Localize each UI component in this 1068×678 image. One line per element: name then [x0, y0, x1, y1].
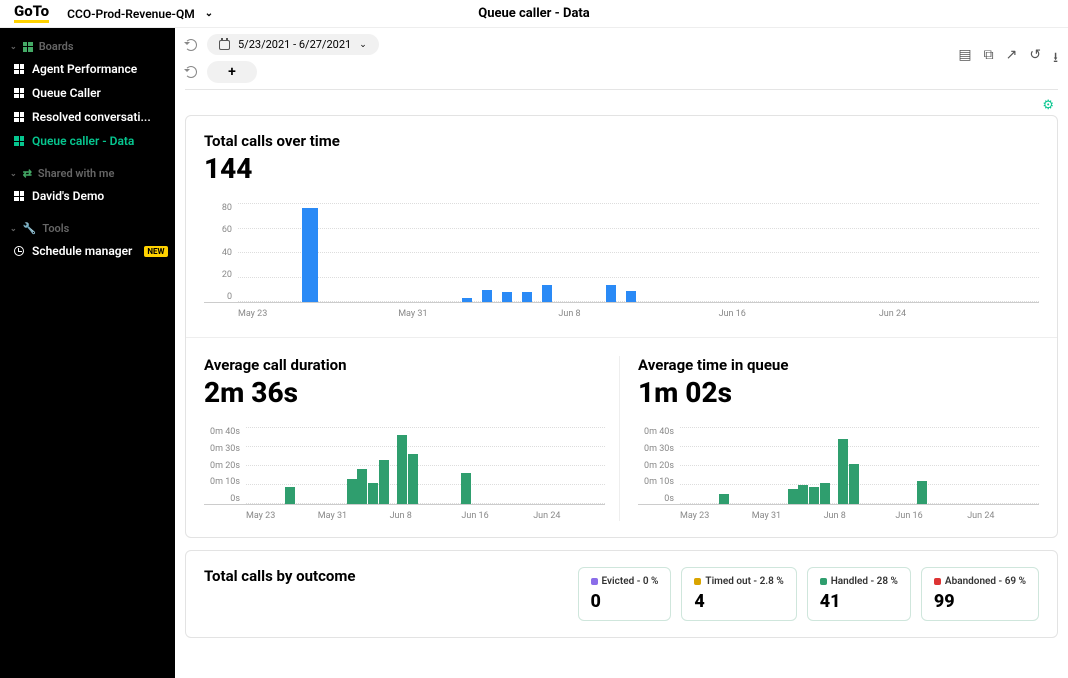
- wrench-icon: 🔧: [23, 222, 37, 235]
- chart-avg-duration: 0m 40s0m 30s0m 20s0m 10s0s May 23May 31J…: [204, 427, 605, 521]
- chevron-down-icon: ⌄: [359, 40, 367, 50]
- chevron-down-icon: ⌄: [205, 8, 213, 19]
- chart-bar: [820, 483, 830, 504]
- page-title: Queue caller - Data: [478, 6, 590, 21]
- logo: GoTo: [14, 4, 49, 23]
- date-range-picker[interactable]: 5/23/2021 - 6/27/2021 ⌄: [207, 34, 379, 55]
- panel-title: Average call duration: [204, 356, 605, 374]
- board-icon: [14, 136, 24, 146]
- chart-bar: [626, 291, 636, 302]
- chart-bar: [461, 473, 471, 504]
- panel-value: 2m 36s: [204, 376, 605, 409]
- sidebar-item-queue-caller-data[interactable]: Queue caller - Data: [0, 129, 175, 153]
- chart-bar: [368, 483, 378, 504]
- add-filter-button[interactable]: +: [207, 61, 257, 83]
- share-icon: ⇄: [23, 167, 32, 180]
- sidebar-item-queue-caller[interactable]: Queue Caller: [0, 81, 175, 105]
- chart-bar: [285, 487, 295, 504]
- sidebar-item-resolved-conversations[interactable]: Resolved conversati...: [0, 105, 175, 129]
- caret-down-icon: ⌄: [10, 169, 17, 178]
- chart-bar: [502, 292, 512, 302]
- chart-bar: [917, 481, 927, 504]
- outcome-card: Handled - 28 % 41: [807, 567, 911, 621]
- caret-down-icon: ⌄: [10, 224, 17, 233]
- outcome-label: Abandoned - 69 %: [934, 576, 1026, 587]
- chart-bar: [302, 208, 318, 302]
- board-icon: [14, 88, 24, 98]
- chart-bar: [379, 460, 389, 504]
- chart-total-calls: 806040200 May 23May 31Jun 8Jun 16Jun 24: [204, 203, 1039, 319]
- x-axis-ticks: May 23May 31Jun 8Jun 16Jun 24: [204, 511, 605, 521]
- board-icon: [14, 112, 24, 122]
- panel-total-calls: Total calls over time 144 806040200 May …: [185, 115, 1058, 538]
- outcome-card: Evicted - 0 % 0: [578, 567, 672, 621]
- sidebar-section-boards[interactable]: ⌄ Boards: [0, 36, 175, 57]
- board-icon: [14, 64, 24, 74]
- history-icon[interactable]: ↺: [1029, 47, 1041, 71]
- sidebar-item-davids-demo[interactable]: David's Demo: [0, 184, 175, 208]
- outcome-value: 4: [694, 591, 783, 612]
- panel-settings-icon[interactable]: ⚙: [1042, 98, 1054, 113]
- sidebar-section-tools[interactable]: ⌄ 🔧 Tools: [0, 218, 175, 239]
- outcome-value: 99: [934, 591, 1026, 612]
- outcome-value: 0: [591, 591, 659, 612]
- caret-down-icon: ⌄: [10, 42, 17, 51]
- board-icon: [14, 191, 24, 201]
- outcome-label: Timed out - 2.8 %: [694, 576, 783, 587]
- x-axis-ticks: May 23May 31Jun 8Jun 16Jun 24: [638, 511, 1039, 521]
- sidebar-item-schedule-manager[interactable]: Schedule manager NEW: [0, 239, 175, 263]
- chart-bar: [347, 479, 357, 504]
- x-axis-ticks: May 23May 31Jun 8Jun 16Jun 24: [204, 309, 1039, 319]
- panel-outcomes: Total calls by outcome Evicted - 0 % 0 Tim…: [185, 550, 1058, 638]
- chart-bar: [838, 439, 848, 504]
- date-range-text: 5/23/2021 - 6/27/2021: [238, 38, 351, 51]
- panel-title: Total calls over time: [204, 132, 1039, 150]
- toolbar: 5/23/2021 - 6/27/2021 ⌄ + ▤ ⧉ ↗ ↺ ⭳: [175, 28, 1068, 89]
- top-bar: GoTo CCO-Prod-Revenue-QM ⌄ Queue caller …: [0, 0, 1068, 28]
- chart-bar: [788, 489, 798, 504]
- export-icon[interactable]: ▤: [958, 47, 971, 71]
- workspace-selector[interactable]: CCO-Prod-Revenue-QM ⌄: [67, 7, 213, 21]
- panel-title: Total calls by outcome: [204, 567, 355, 585]
- chart-avg-queue: 0m 40s0m 30s0m 20s0m 10s0s May 23May 31J…: [638, 427, 1039, 521]
- sidebar-section-shared[interactable]: ⌄ ⇄ Shared with me: [0, 163, 175, 184]
- chart-bar: [809, 487, 819, 504]
- copy-icon[interactable]: ⧉: [984, 47, 994, 71]
- chart-bar: [482, 290, 492, 302]
- sidebar-item-agent-performance[interactable]: Agent Performance: [0, 57, 175, 81]
- new-badge: NEW: [144, 246, 167, 257]
- chart-bar: [798, 485, 808, 504]
- refresh-icon[interactable]: [185, 39, 197, 51]
- y-axis-ticks: 0m 40s0m 30s0m 20s0m 10s0s: [638, 427, 678, 504]
- share-icon[interactable]: ↗: [1006, 47, 1018, 71]
- boards-icon: [23, 42, 33, 52]
- refresh-icon[interactable]: [185, 66, 197, 78]
- sidebar: ⌄ Boards Agent Performance Queue Caller …: [0, 28, 175, 678]
- chart-bar: [522, 292, 532, 302]
- calendar-icon: [219, 40, 230, 50]
- chart-bar: [542, 285, 552, 302]
- outcome-label: Handled - 28 %: [820, 576, 898, 587]
- clock-icon: [14, 246, 24, 256]
- toolbar-actions: ▤ ⧉ ↗ ↺ ⭳: [958, 47, 1058, 71]
- chart-bar: [397, 435, 407, 504]
- chart-bar: [462, 298, 472, 302]
- main-content: 5/23/2021 - 6/27/2021 ⌄ + ▤ ⧉ ↗ ↺ ⭳: [175, 28, 1068, 678]
- outcome-card: Timed out - 2.8 % 4: [681, 567, 796, 621]
- panel-value: 1m 02s: [638, 376, 1039, 409]
- chart-bar: [719, 494, 729, 504]
- outcome-card: Abandoned - 69 % 99: [921, 567, 1039, 621]
- panel-title: Average time in queue: [638, 356, 1039, 374]
- chart-bar: [849, 464, 859, 504]
- outcome-label: Evicted - 0 %: [591, 576, 659, 587]
- chart-bar: [408, 454, 418, 504]
- chart-bar: [606, 285, 616, 302]
- download-icon[interactable]: ⭳: [1053, 47, 1058, 71]
- y-axis-ticks: 806040200: [204, 203, 236, 302]
- outcome-value: 41: [820, 591, 898, 612]
- chart-bar: [357, 469, 367, 504]
- panel-value: 144: [204, 152, 1039, 185]
- y-axis-ticks: 0m 40s0m 30s0m 20s0m 10s0s: [204, 427, 244, 504]
- workspace-name: CCO-Prod-Revenue-QM: [67, 7, 195, 21]
